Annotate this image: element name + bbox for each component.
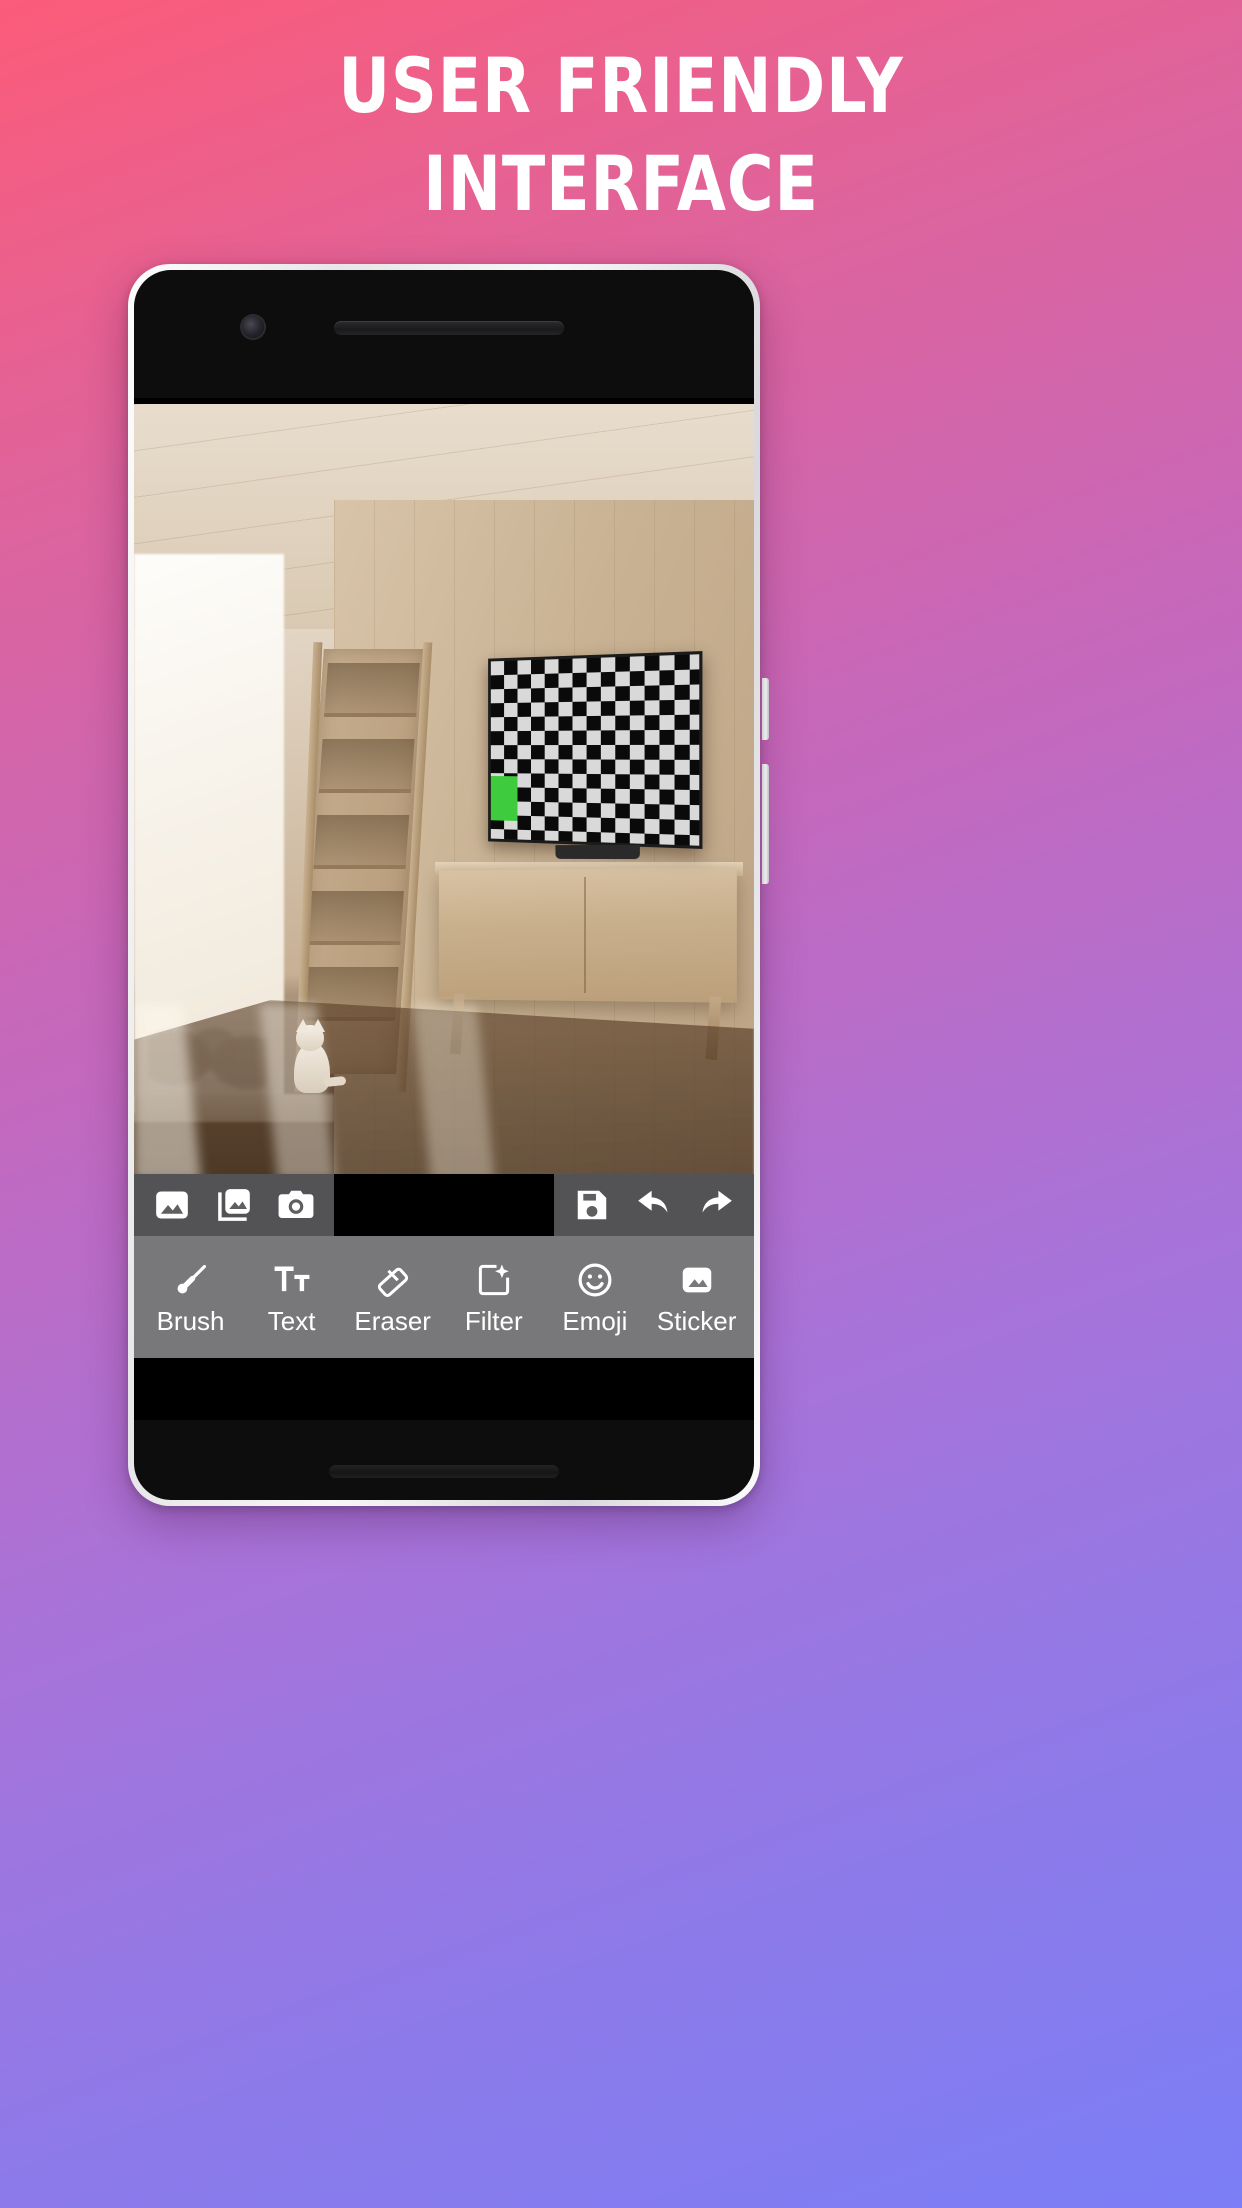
- collage-button[interactable]: [214, 1185, 254, 1225]
- image-icon: [156, 1191, 188, 1219]
- earpiece-speaker: [334, 321, 564, 335]
- scene-tv-console: [438, 867, 737, 1061]
- redo-button[interactable]: [696, 1185, 736, 1225]
- cat-ear: [311, 1019, 325, 1032]
- scene-television: [488, 651, 703, 849]
- sticker-icon: [678, 1261, 716, 1299]
- eraser-icon: [374, 1261, 412, 1299]
- brush-icon: [172, 1261, 210, 1299]
- shelf-row: [324, 663, 420, 717]
- tool-label: Eraser: [354, 1305, 431, 1336]
- redo-icon: [702, 1190, 732, 1213]
- tool-eraser[interactable]: Eraser: [354, 1261, 432, 1334]
- console-divider: [584, 876, 586, 994]
- scene-tv-stand: [555, 844, 640, 860]
- shelf-row: [313, 815, 410, 869]
- tool-label: Text: [267, 1305, 316, 1336]
- photo-editing-canvas[interactable]: [134, 404, 754, 1174]
- volume-button[interactable]: [762, 764, 769, 884]
- save-icon: [577, 1190, 607, 1220]
- page-title-line-2: INTERFACE: [423, 139, 819, 228]
- tool-text[interactable]: Text: [253, 1261, 331, 1334]
- front-camera-icon: [242, 316, 264, 338]
- tool-emoji[interactable]: Emoji: [556, 1261, 634, 1334]
- phone-screen: Brush Text Eraser Filter Emoji Sticker: [134, 398, 754, 1420]
- cat-head: [296, 1019, 325, 1051]
- power-button[interactable]: [762, 678, 769, 740]
- camera-button[interactable]: [276, 1185, 316, 1225]
- image-button[interactable]: [152, 1185, 192, 1225]
- tool-label: Emoji: [562, 1305, 628, 1336]
- text-icon: [273, 1261, 311, 1299]
- scene-floor-light: [134, 1004, 754, 1174]
- collage-icon: [218, 1189, 250, 1221]
- save-button[interactable]: [572, 1185, 612, 1225]
- shelf-row: [308, 891, 404, 945]
- phone-body: Brush Text Eraser Filter Emoji Sticker: [134, 270, 754, 1500]
- tool-bar: Brush Text Eraser Filter Emoji Sticker: [134, 1236, 754, 1358]
- action-bar-left-group: [134, 1174, 334, 1236]
- emoji-icon: [576, 1261, 614, 1299]
- action-bar: [134, 1174, 754, 1236]
- undo-button[interactable]: [634, 1185, 674, 1225]
- camera-icon: [278, 1190, 314, 1218]
- filter-icon: [475, 1261, 513, 1299]
- page-title-line-1: USER FRIENDLY: [338, 41, 904, 130]
- phone-mockup: Brush Text Eraser Filter Emoji Sticker: [128, 264, 769, 1506]
- cat-ear: [296, 1019, 310, 1032]
- tool-label: Brush: [156, 1305, 225, 1336]
- tool-brush[interactable]: Brush: [152, 1261, 230, 1334]
- tool-sticker[interactable]: Sticker: [657, 1261, 736, 1334]
- scene-cat: [286, 1019, 347, 1093]
- undo-icon: [638, 1190, 668, 1213]
- scene-tv-checkerboard: [490, 654, 700, 846]
- shelf-row: [318, 739, 415, 793]
- tool-filter[interactable]: Filter: [455, 1261, 533, 1334]
- tool-label: Filter: [464, 1305, 523, 1336]
- scene-tv-green-square: [490, 775, 518, 821]
- page-title: USER FRIENDLY INTERFACE: [0, 48, 1242, 222]
- bottom-speaker-grille: [329, 1465, 559, 1478]
- action-bar-right-group: [554, 1174, 754, 1236]
- tool-label: Sticker: [656, 1305, 737, 1336]
